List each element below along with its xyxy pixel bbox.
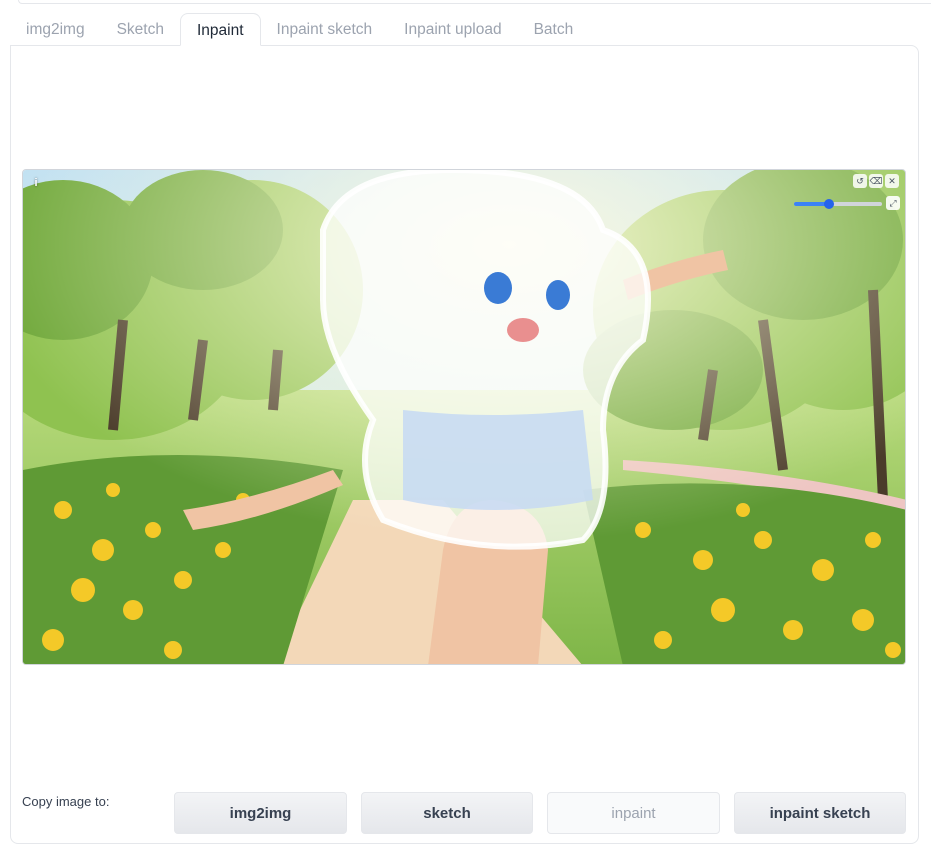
clear-icon[interactable]: ⌫ [869,174,883,188]
top-border [18,0,931,4]
inpaint-image [23,170,905,664]
slider-handle[interactable] [824,199,835,209]
tab-bar: img2img Sketch Inpaint Inpaint sketch In… [10,13,589,46]
copy-to-inpaint-sketch-button[interactable]: inpaint sketch [734,792,906,834]
resize-icon[interactable]: ⤢ [886,196,900,210]
copy-to-inpaint-button: inpaint [547,792,720,834]
brush-size-slider[interactable] [794,199,882,209]
tab-inpaint-upload[interactable]: Inpaint upload [388,13,517,46]
tab-img2img[interactable]: img2img [10,13,101,46]
tab-sketch[interactable]: Sketch [101,13,180,46]
undo-icon[interactable]: ↺ [853,174,867,188]
copy-image-label: Copy image to: [22,794,110,809]
copy-to-sketch-button[interactable]: sketch [361,792,533,834]
close-icon[interactable]: ✕ [885,174,899,188]
copy-to-img2img-button[interactable]: img2img [174,792,347,834]
info-icon[interactable]: i [30,176,42,190]
inpaint-canvas[interactable] [22,169,906,665]
tab-inpaint[interactable]: Inpaint [179,13,261,46]
tab-inpaint-sketch[interactable]: Inpaint sketch [261,13,389,46]
tab-batch[interactable]: Batch [518,13,590,46]
